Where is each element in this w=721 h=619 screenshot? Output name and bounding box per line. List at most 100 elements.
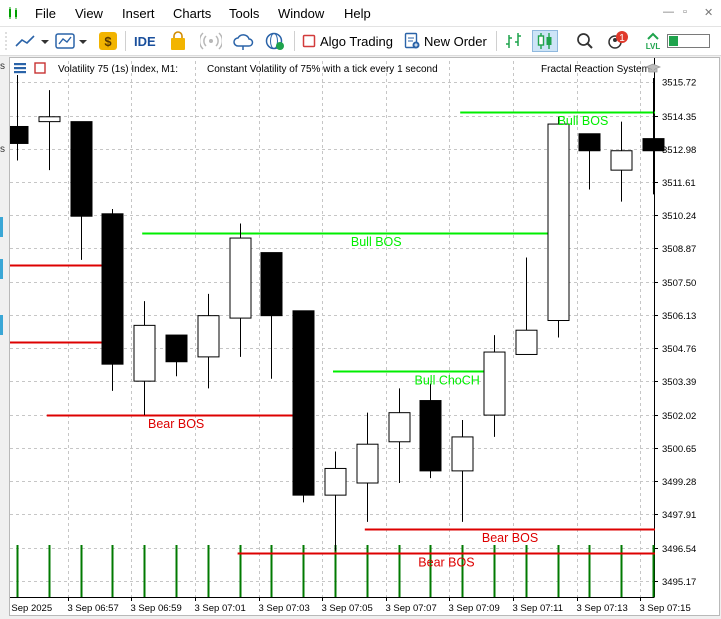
price-axis-label: 3506.13 — [662, 311, 696, 322]
bull-candle[interactable] — [38, 116, 61, 123]
new-order-icon — [404, 32, 420, 49]
time-axis-label: 3 Sep 06:59 — [131, 603, 182, 614]
new-order-label: New Order — [424, 33, 487, 49]
toolbar: $ IDE Algo Trading New Order 1 LVL — [0, 27, 721, 56]
menu-charts[interactable]: Charts — [173, 6, 211, 21]
menu-view[interactable]: View — [75, 6, 103, 21]
globe-icon — [265, 32, 284, 50]
toolbar-grip — [4, 30, 8, 52]
chart-type-button[interactable] — [14, 30, 50, 52]
bear-candle[interactable] — [578, 133, 601, 152]
close-icon[interactable]: ✕ — [704, 6, 713, 19]
chart-window[interactable]: 3515.72 3514.35 3512.98 3511.61 3510.24 3508.… — [4, 57, 720, 616]
line-chart-icon — [15, 35, 49, 47]
menu-file[interactable]: File — [35, 6, 56, 21]
time-axis-label: 3 Sep 07:03 — [259, 603, 310, 614]
time-axis-label: 3 Sep 07:05 — [322, 603, 373, 614]
search-icon — [577, 33, 593, 49]
bull-candle[interactable] — [197, 315, 220, 358]
bull-candle[interactable] — [356, 443, 379, 484]
bull-level-label: Bull ChoCH — [415, 373, 480, 387]
bear-candle[interactable] — [165, 334, 188, 363]
ide-button[interactable]: IDE — [134, 30, 160, 52]
dollar-icon: $ — [99, 32, 117, 50]
menu-window[interactable]: Window — [278, 6, 324, 21]
level-icon: LVL — [646, 32, 661, 51]
price-axis-label: 3499.28 — [662, 477, 696, 488]
notification-icon: 1 — [608, 31, 628, 49]
bear-candle[interactable] — [101, 213, 124, 365]
bar-chart-icon — [506, 33, 521, 48]
bear-candle[interactable] — [419, 400, 442, 472]
chart-symbol-info: Volatility 75 (1s) Index, M1: — [58, 64, 178, 75]
bull-candle[interactable] — [324, 467, 347, 496]
notifications-button[interactable]: 1 — [606, 30, 632, 52]
algo-trading-label: Algo Trading — [320, 33, 393, 49]
time-axis-label: 3 Sep 07:01 — [195, 603, 246, 614]
menu-help[interactable]: Help — [344, 6, 371, 21]
svg-text:s: s — [0, 61, 5, 72]
deposit-button[interactable]: $ — [98, 30, 118, 52]
bull-candle[interactable] — [515, 329, 538, 355]
timeframe-button[interactable] — [54, 30, 90, 52]
bear-candle[interactable] — [260, 252, 283, 317]
candlestick-button[interactable] — [532, 30, 558, 52]
bear-candle[interactable] — [70, 121, 93, 217]
level-progress — [667, 30, 711, 52]
bull-candle[interactable] — [133, 324, 156, 382]
chart-templates-icon — [55, 33, 87, 49]
bear-candle[interactable] — [292, 310, 315, 496]
level-progress-fill — [669, 36, 678, 46]
price-axis-label: 3503.39 — [662, 377, 696, 388]
price-axis-label: 3502.02 — [662, 411, 696, 422]
new-order-button[interactable]: New Order — [404, 30, 490, 52]
time-axis-label: 3 Sep 07:07 — [386, 603, 437, 614]
community-button[interactable] — [264, 30, 286, 52]
bear-level-label: Bear BOS — [418, 555, 474, 569]
price-axis-label: 3507.50 — [662, 278, 696, 289]
shopping-bag-icon — [171, 31, 185, 50]
time-axis-label: 3 Sep 07:13 — [577, 603, 628, 614]
bull-candle[interactable] — [483, 351, 506, 416]
bear-candle[interactable] — [6, 125, 29, 144]
price-axis-label: 3510.24 — [662, 211, 696, 222]
chart-description: Constant Volatility of 75% with a tick e… — [207, 64, 438, 75]
svg-text:s: s — [0, 144, 5, 155]
bull-candle[interactable] — [388, 412, 411, 443]
time-axis-label: 3 Sep 07:09 — [449, 603, 500, 614]
search-button[interactable] — [576, 30, 596, 52]
bull-candle[interactable] — [451, 436, 474, 472]
ide-label: IDE — [134, 33, 156, 49]
bear-level-label: Bear BOS — [482, 531, 538, 545]
bear-level-label: Bear BOS — [148, 417, 204, 431]
vps-button[interactable] — [232, 30, 254, 52]
menu-insert[interactable]: Insert — [122, 6, 155, 21]
restore-icon[interactable]: ▫ — [683, 6, 687, 18]
bull-candle[interactable] — [610, 150, 633, 171]
minimize-icon[interactable]: — — [663, 6, 674, 18]
price-axis-label: 3511.61 — [662, 178, 696, 189]
bear-candle[interactable] — [642, 138, 665, 152]
bull-level-label: Bull BOS — [558, 114, 609, 128]
cloud-icon — [233, 34, 254, 50]
time-axis-label: 3 Sep 06:57 — [68, 603, 119, 614]
chart-list-icon[interactable] — [14, 63, 26, 74]
bull-candle[interactable] — [229, 237, 252, 319]
chart-canvas[interactable]: 3515.72 3514.35 3512.98 3511.61 3510.24 3508.… — [4, 58, 719, 615]
current-price-label: 3515.72 — [662, 78, 696, 89]
bull-candle[interactable] — [547, 123, 570, 322]
price-axis-label: 3497.91 — [662, 510, 696, 521]
price-axis-label: 3500.65 — [662, 444, 696, 455]
stop-icon — [302, 34, 316, 48]
menu-tools[interactable]: Tools — [229, 6, 259, 21]
algo-trading-button[interactable]: Algo Trading — [302, 30, 394, 52]
level-label: LVL — [646, 42, 661, 51]
market-button[interactable] — [168, 30, 188, 52]
menu-bar: File View Insert Charts Tools Window Hel… — [0, 0, 721, 27]
level-button[interactable]: LVL — [642, 30, 664, 52]
bar-chart-button[interactable] — [503, 30, 525, 52]
price-axis-label: 3512.98 — [662, 145, 696, 156]
price-axis-label: 3514.35 — [662, 112, 696, 123]
signals-button[interactable] — [200, 30, 222, 52]
toolbar-separator — [496, 31, 497, 51]
